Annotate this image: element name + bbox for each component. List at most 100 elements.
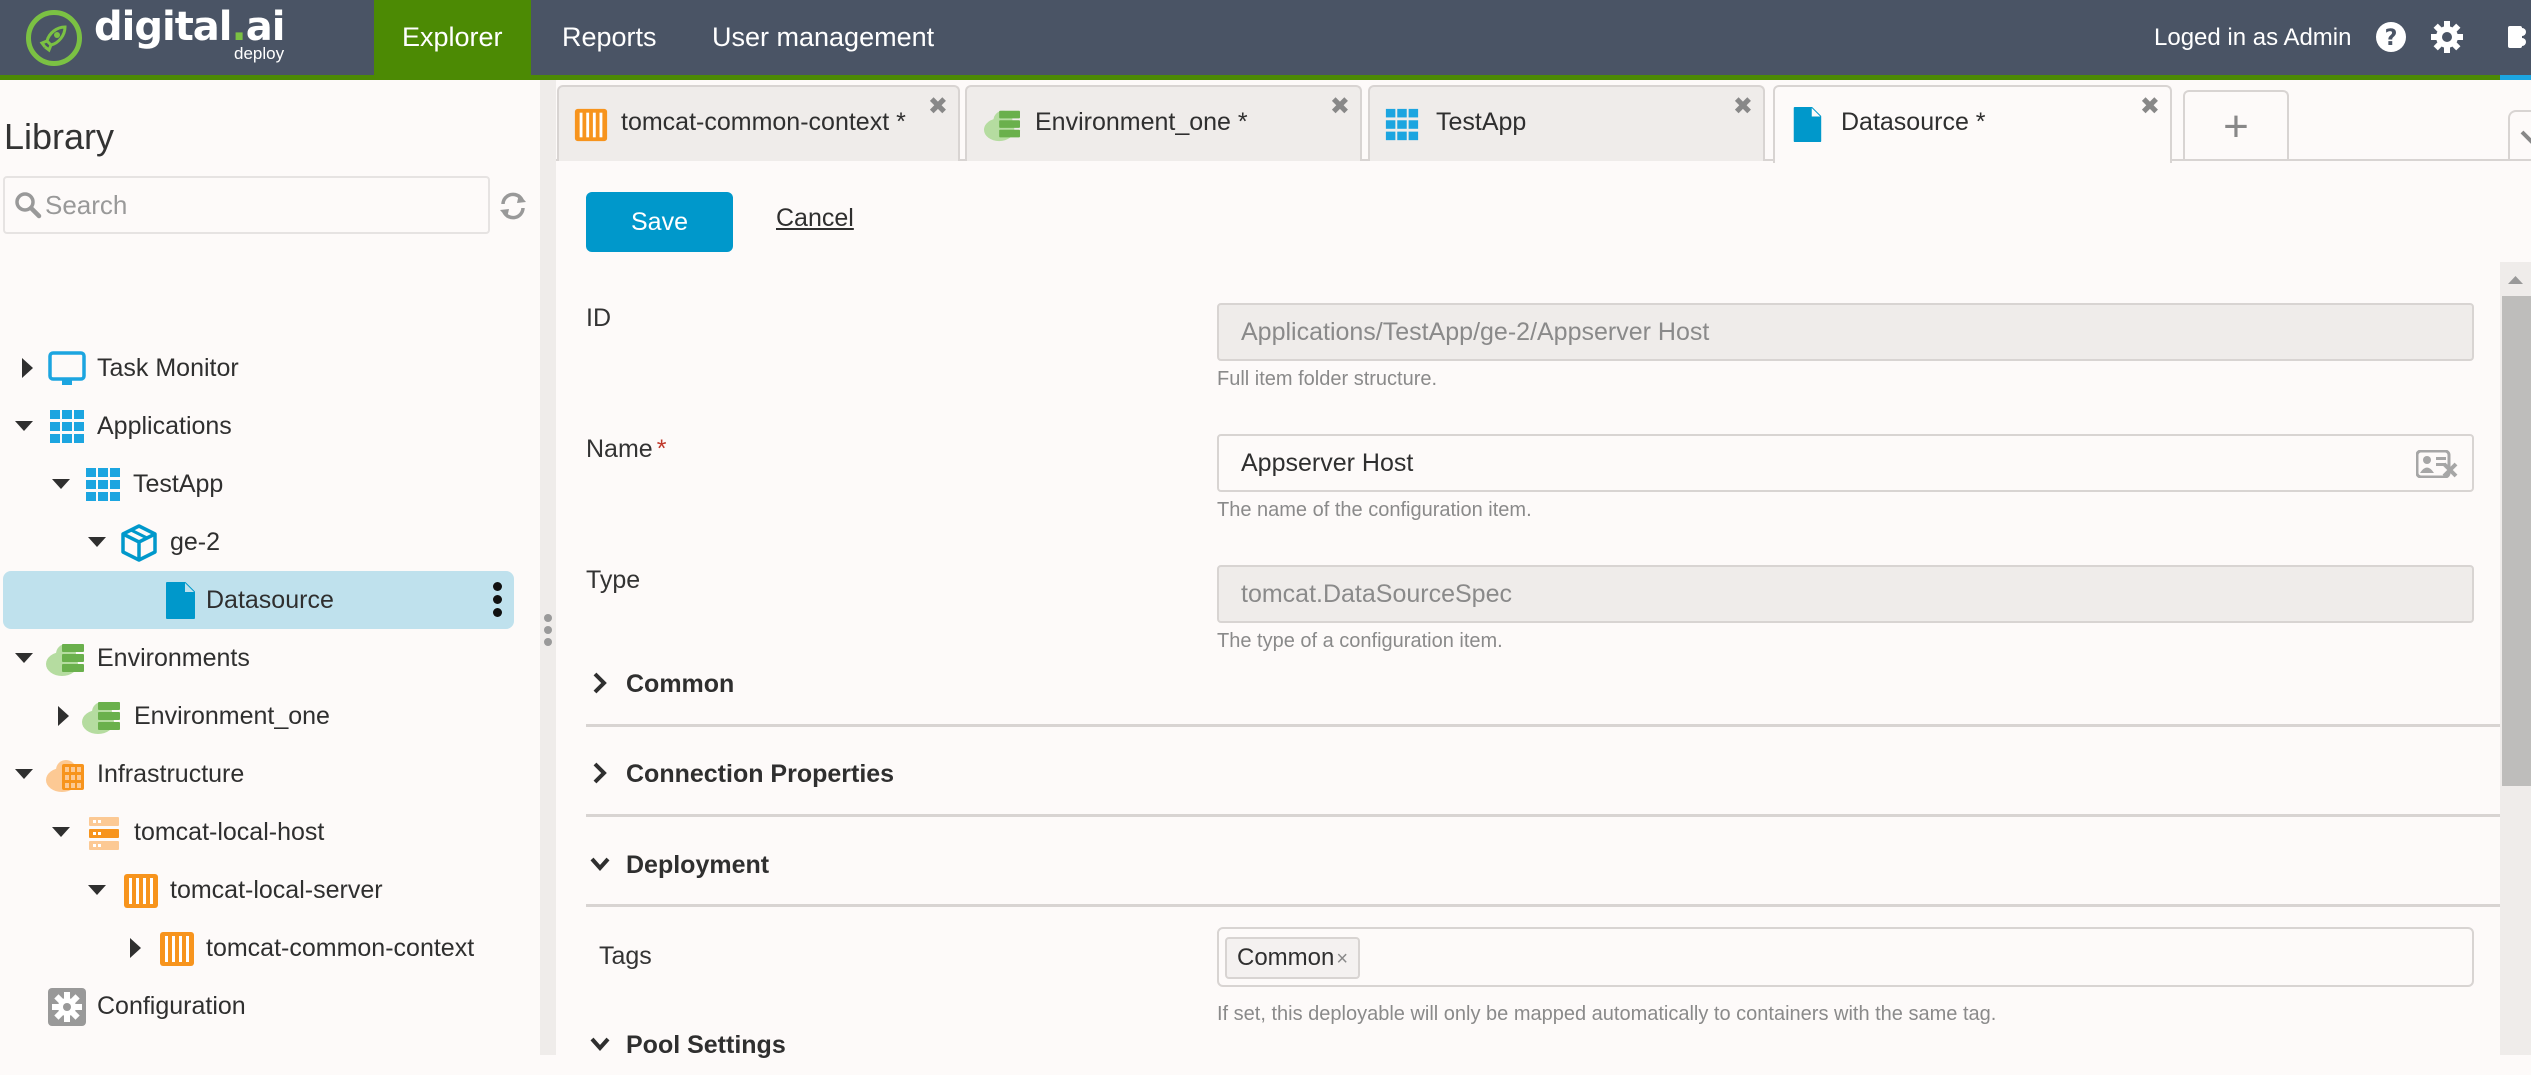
type-field: tomcat.DataSourceSpec <box>1217 565 2474 623</box>
tree-item-testapp[interactable]: TestApp <box>0 455 520 513</box>
tree-item-infrastructure[interactable]: Infrastructure <box>0 745 520 803</box>
scroll-up-arrow-icon[interactable] <box>2500 262 2531 296</box>
plugin-icon[interactable] <box>2504 20 2531 54</box>
caret-down-icon[interactable] <box>88 861 106 919</box>
section-pool-settings[interactable]: Pool Settings <box>586 1015 2500 1075</box>
configuration-icon <box>48 988 86 1026</box>
add-tab-button[interactable]: + <box>2183 90 2289 161</box>
tab-label: Datasource * <box>1841 108 1986 136</box>
scrollbar-thumb[interactable] <box>2502 296 2531 786</box>
caret-down-icon[interactable] <box>15 629 33 687</box>
tag-chip: Common × <box>1225 937 1361 979</box>
rocket-icon <box>26 10 82 66</box>
tree-item-ge-2[interactable]: ge-2 <box>0 513 520 571</box>
digital-ai-logo[interactable]: digital.ai deploy <box>26 4 285 68</box>
tree-label: Environments <box>97 644 250 672</box>
refresh-icon[interactable] <box>497 190 529 227</box>
section-title: Pool Settings <box>626 1031 786 1059</box>
editor-tabs: tomcat-common-context * ✖ Environment_on… <box>556 80 2531 163</box>
type-hint: The type of a configuration item. <box>1217 630 1503 652</box>
cancel-link[interactable]: Cancel <box>776 204 854 233</box>
tree-item-tomcat-local-host[interactable]: tomcat-local-host <box>0 803 520 861</box>
applications-icon <box>50 410 84 443</box>
host-icon <box>89 817 119 850</box>
section-common[interactable]: Common <box>586 654 2500 714</box>
tree-label: TestApp <box>133 470 224 498</box>
name-label: Name * <box>586 435 667 463</box>
search-input[interactable] <box>45 178 485 232</box>
tab-datasource[interactable]: Datasource * ✖ <box>1773 85 2172 163</box>
section-divider <box>586 724 2500 727</box>
tree-label: Applications <box>97 412 232 440</box>
close-tab-icon[interactable]: ✖ <box>1733 95 1753 119</box>
library-search[interactable] <box>3 176 490 234</box>
tab-label: tomcat-common-context * <box>621 108 906 136</box>
tree-item-tomcat-local-server[interactable]: tomcat-local-server <box>0 861 520 919</box>
close-tab-icon[interactable]: ✖ <box>2140 95 2160 119</box>
tree-item-task-monitor[interactable]: Task Monitor <box>0 339 520 397</box>
tab-tomcat-common-context[interactable]: tomcat-common-context * ✖ <box>557 85 960 161</box>
contact-card-clear-icon[interactable] <box>2416 450 2458 478</box>
logged-in-user: Loged in as Admin <box>2154 24 2352 51</box>
required-marker: * <box>656 435 667 463</box>
logo-product: deploy <box>234 44 285 63</box>
caret-down-icon[interactable] <box>52 455 70 513</box>
container-icon <box>574 108 608 142</box>
tree-label: tomcat-local-server <box>170 876 383 904</box>
help-icon[interactable]: ? <box>2374 20 2408 54</box>
settings-icon[interactable] <box>2430 20 2464 54</box>
tree-label: tomcat-common-context <box>206 934 475 962</box>
environment-icon <box>82 702 120 734</box>
file-icon <box>1793 107 1822 143</box>
tab-testapp[interactable]: TestApp ✖ <box>1368 85 1765 161</box>
caret-right-icon[interactable] <box>126 919 144 977</box>
tree-item-environment-one[interactable]: Environment_one <box>0 687 520 745</box>
chevron-down-icon <box>590 857 610 872</box>
section-connection-properties[interactable]: Connection Properties <box>586 744 2500 804</box>
nav-user-management[interactable]: User management <box>684 0 962 75</box>
tab-label: Environment_one * <box>1035 108 1248 136</box>
tree-item-datasource[interactable]: Datasource <box>3 571 514 629</box>
nav-reports[interactable]: Reports <box>534 0 685 75</box>
section-title: Deployment <box>626 851 770 879</box>
close-tab-icon[interactable]: ✖ <box>1330 95 1350 119</box>
application-icon <box>86 468 120 501</box>
section-deployment[interactable]: Deployment <box>586 835 2500 895</box>
name-field[interactable]: Appserver Host <box>1217 434 2474 492</box>
section-divider <box>586 904 2500 907</box>
tree-item-applications[interactable]: Applications <box>0 397 520 455</box>
tree-label: Task Monitor <box>97 354 239 382</box>
container-icon <box>160 932 194 966</box>
nav-explorer[interactable]: Explorer <box>374 0 531 75</box>
sidebar-resize-handle[interactable] <box>540 80 556 1055</box>
tree-item-configuration[interactable]: Configuration <box>0 977 520 1035</box>
more-options-icon[interactable] <box>492 579 502 621</box>
tree-item-tomcat-common-context[interactable]: tomcat-common-context <box>0 919 520 977</box>
caret-right-icon[interactable] <box>18 339 36 397</box>
application-icon <box>1385 108 1419 141</box>
monitor-icon <box>48 351 86 385</box>
tab-list-dropdown[interactable] <box>2508 110 2531 161</box>
tree-item-environments[interactable]: Environments <box>0 629 520 687</box>
section-title: Connection Properties <box>626 760 895 788</box>
tags-input[interactable]: Common × <box>1217 927 2474 987</box>
tab-environment-one[interactable]: Environment_one * ✖ <box>965 85 1362 161</box>
caret-down-icon[interactable] <box>52 803 70 861</box>
package-icon <box>121 524 157 562</box>
tree-label: Configuration <box>97 992 246 1020</box>
id-field: Applications/TestApp/ge-2/Appserver Host <box>1217 303 2474 361</box>
caret-down-icon[interactable] <box>88 513 106 571</box>
top-header: digital.ai deploy Explorer Reports User … <box>0 0 2531 75</box>
caret-down-icon[interactable] <box>15 397 33 455</box>
library-title: Library <box>4 116 115 157</box>
section-title: Common <box>626 670 735 698</box>
remove-tag-icon[interactable]: × <box>1336 948 1348 970</box>
form-scrollbar[interactable] <box>2500 262 2531 1055</box>
save-button[interactable]: Save <box>586 192 733 252</box>
tree-label: ge-2 <box>170 528 221 556</box>
tree-label: Infrastructure <box>97 760 245 788</box>
caret-down-icon[interactable] <box>15 745 33 803</box>
caret-right-icon[interactable] <box>54 687 72 745</box>
name-value: Appserver Host <box>1241 449 1414 477</box>
close-tab-icon[interactable]: ✖ <box>928 95 948 119</box>
